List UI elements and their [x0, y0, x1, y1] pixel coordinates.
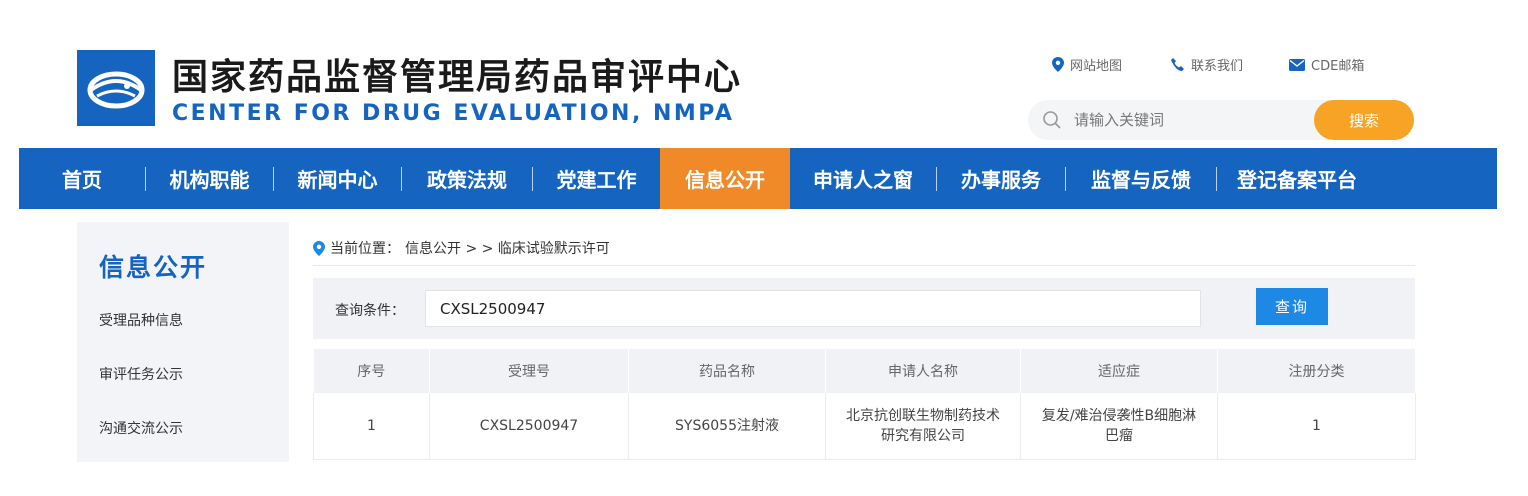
- query-label: 查询条件：: [335, 303, 405, 319]
- location-pin-icon: [313, 240, 325, 256]
- cell-applicant: 北京抗创联生物制药技术研究有限公司: [825, 393, 1021, 460]
- sidebar-item-accepted-varieties[interactable]: 受理品种信息: [99, 310, 183, 330]
- col-header-registration-class: 注册分类: [1217, 349, 1416, 393]
- query-input[interactable]: [425, 290, 1201, 327]
- top-links: 网站地图 联系我们 CDE邮箱: [1052, 55, 1364, 74]
- results-table: 序号 受理号 药品名称 申请人名称 适应症 注册分类 1 CXSL2500947…: [313, 349, 1416, 460]
- main-content: 当前位置： 信息公开 > > 临床试验默示许可 查询条件： 查询 序号 受理号 药…: [300, 222, 1436, 462]
- nav-item-party[interactable]: 党建工作: [533, 148, 660, 209]
- col-header-acceptance-no: 受理号: [429, 349, 629, 393]
- contact-label: 联系我们: [1191, 59, 1244, 74]
- col-header-indication: 适应症: [1020, 349, 1218, 393]
- query-button[interactable]: 查询: [1256, 288, 1328, 325]
- cde-logo[interactable]: [77, 50, 155, 126]
- cell-index: 1: [313, 393, 430, 460]
- phone-icon: [1171, 58, 1185, 71]
- breadcrumb-path[interactable]: 信息公开 > > 临床试验默示许可: [405, 238, 610, 258]
- sidebar: 信息公开 受理品种信息 审评任务公示 沟通交流公示: [77, 222, 289, 462]
- table-header-row: 序号 受理号 药品名称 申请人名称 适应症 注册分类: [313, 349, 1416, 393]
- page: 国家药品监督管理局药品审评中心 CENTER FOR DRUG EVALUATI…: [0, 0, 1528, 496]
- sidebar-item-review-tasks[interactable]: 审评任务公示: [99, 364, 183, 384]
- sitemap-label: 网站地图: [1070, 59, 1123, 74]
- sidebar-title: 信息公开: [99, 253, 208, 282]
- mail-icon: [1289, 58, 1306, 71]
- sitemap-link[interactable]: 网站地图: [1052, 55, 1122, 74]
- nav-item-home[interactable]: 首页: [19, 148, 145, 209]
- nav-item-supervision[interactable]: 监督与反馈: [1066, 148, 1216, 209]
- nav-item-applicant[interactable]: 申请人之窗: [790, 148, 936, 209]
- cell-indication: 复发/难治侵袭性B细胞淋巴瘤: [1020, 393, 1218, 460]
- cde-logo-icon: [77, 50, 155, 126]
- col-header-applicant: 申请人名称: [825, 349, 1021, 393]
- cell-acceptance-no: CXSL2500947: [429, 393, 629, 460]
- breadcrumb-prefix: 当前位置：: [330, 241, 400, 257]
- main-nav: 首页 机构职能 新闻中心 政策法规 党建工作 信息公开 申请人之窗 办事服务 监…: [19, 148, 1497, 209]
- cde-mail-link[interactable]: CDE邮箱: [1289, 55, 1364, 74]
- site-title-cn: 国家药品监督管理局药品审评中心: [172, 57, 743, 98]
- nav-item-info-public[interactable]: 信息公开: [660, 148, 790, 209]
- nav-item-functions[interactable]: 机构职能: [146, 148, 273, 209]
- cell-drug-name: SYS6055注射液: [628, 393, 826, 460]
- cde-mail-label: CDE邮箱: [1311, 59, 1365, 74]
- search-icon: [1043, 111, 1061, 129]
- site-title-en: CENTER FOR DRUG EVALUATION, NMPA: [172, 101, 735, 126]
- search-input[interactable]: [1074, 106, 1304, 134]
- col-header-drug-name: 药品名称: [628, 349, 826, 393]
- nav-item-registration[interactable]: 登记备案平台: [1217, 148, 1377, 209]
- nav-item-news[interactable]: 新闻中心: [274, 148, 401, 209]
- contact-link[interactable]: 联系我们: [1170, 55, 1243, 74]
- location-pin-icon: [1052, 57, 1064, 72]
- site-search: 搜索: [1028, 100, 1414, 140]
- breadcrumb-divider: [313, 265, 1415, 266]
- sidebar-item-communication[interactable]: 沟通交流公示: [99, 418, 183, 438]
- nav-item-policy[interactable]: 政策法规: [402, 148, 532, 209]
- col-header-index: 序号: [313, 349, 430, 393]
- table-row[interactable]: 1 CXSL2500947 SYS6055注射液 北京抗创联生物制药技术研究有限…: [313, 393, 1416, 460]
- breadcrumb: 当前位置： 信息公开 > > 临床试验默示许可: [313, 238, 610, 258]
- query-panel: 查询条件： 查询: [313, 278, 1415, 339]
- search-button[interactable]: 搜索: [1314, 100, 1414, 140]
- cell-registration-class: 1: [1217, 393, 1416, 460]
- nav-item-services[interactable]: 办事服务: [937, 148, 1065, 209]
